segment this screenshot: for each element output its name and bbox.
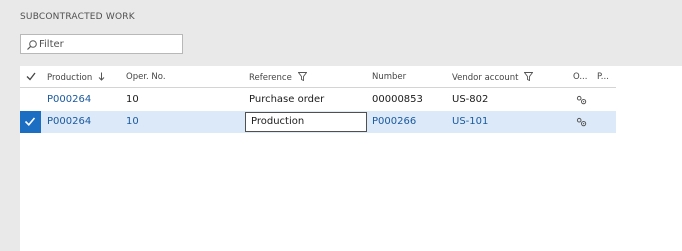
column-header-label: O... (573, 72, 588, 82)
row-select-checkbox[interactable] (20, 111, 41, 133)
column-header-label: P... (597, 72, 609, 82)
search-icon (27, 40, 37, 50)
column-header-label: Reference (249, 73, 292, 83)
reference-edit-field[interactable]: Production (245, 112, 367, 132)
vendor-account-cell: US-802 (452, 94, 489, 105)
number-cell: 00000853 (372, 94, 423, 105)
column-header-oper-no[interactable]: Oper. No. (126, 72, 166, 82)
checkmark-icon (26, 72, 36, 81)
column-header-production[interactable]: Production (47, 72, 105, 83)
grid-header: Production Oper. No. Reference Number Ve… (20, 66, 616, 88)
gear-icon[interactable] (576, 117, 587, 127)
checkmark-icon (24, 117, 36, 126)
section-title: SUBCONTRACTED WORK (20, 12, 135, 22)
subcontracted-work-grid: Production Oper. No. Reference Number Ve… (20, 66, 682, 251)
table-row[interactable]: P000264 10 Production P000266 US-101 (20, 111, 616, 133)
reference-value: Production (251, 116, 305, 127)
oper-no-cell: 10 (126, 94, 139, 105)
filter-field[interactable] (20, 34, 183, 54)
oper-no-cell: 10 (126, 116, 139, 127)
vendor-account-cell[interactable]: US-101 (452, 116, 488, 127)
production-link[interactable]: P000264 (47, 94, 91, 105)
filter-icon (523, 72, 534, 82)
column-header-label: Production (47, 73, 93, 83)
gear-icon[interactable] (576, 95, 587, 105)
sort-descending-icon (98, 72, 105, 81)
column-header-p[interactable]: P... (597, 72, 609, 82)
column-header-number[interactable]: Number (372, 72, 406, 82)
select-all-checkbox[interactable] (20, 66, 41, 87)
column-header-label: Vendor account (452, 73, 519, 83)
row-select-checkbox[interactable] (20, 89, 41, 111)
column-header-o[interactable]: O... (573, 72, 587, 82)
filter-input[interactable] (39, 36, 179, 52)
production-link[interactable]: P000264 (47, 116, 91, 127)
column-header-label: Oper. No. (126, 72, 166, 82)
filter-icon (297, 72, 307, 82)
column-header-label: Number (372, 72, 407, 82)
column-header-vendor-account[interactable]: Vendor account (452, 72, 534, 83)
table-row[interactable]: P000264 10 Purchase order 00000853 US-80… (20, 89, 616, 111)
number-cell[interactable]: P000266 (372, 116, 416, 127)
reference-cell[interactable]: Purchase order (249, 94, 324, 105)
column-header-reference[interactable]: Reference (249, 72, 307, 83)
